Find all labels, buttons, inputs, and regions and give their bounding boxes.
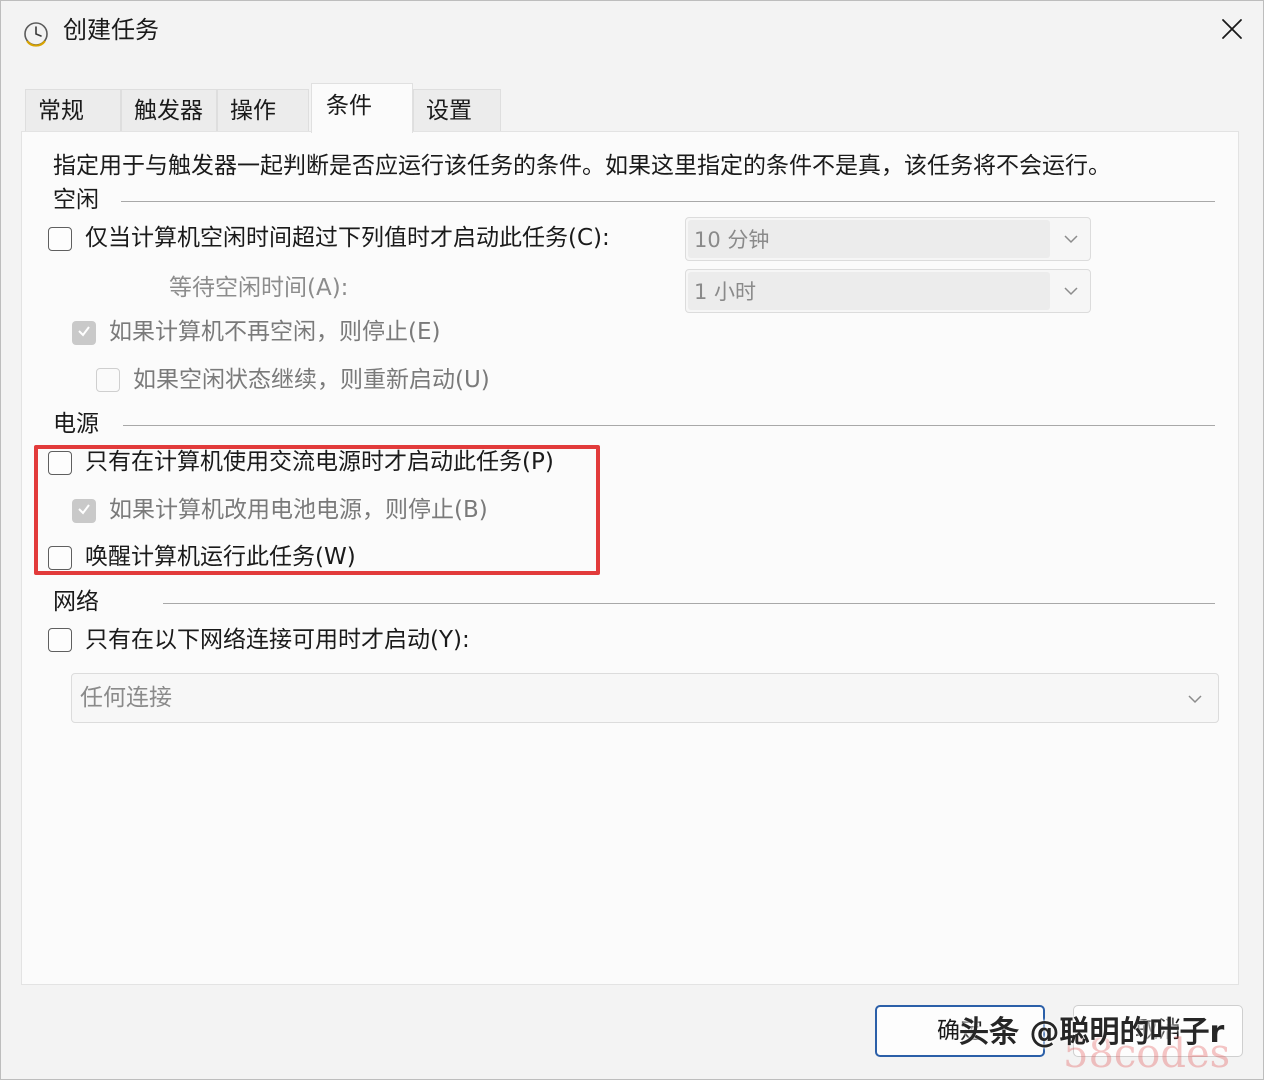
divider-idle [121, 201, 1215, 202]
close-icon [1221, 18, 1243, 44]
section-idle: 空闲 [53, 187, 99, 213]
ac-power-only-label: 只有在计算机使用交流电源时才启动此任务(P) [85, 449, 554, 475]
divider-power [123, 425, 1215, 426]
close-button[interactable] [1209, 11, 1255, 51]
idle-duration-combo[interactable]: 10 分钟 [685, 217, 1091, 261]
section-network: 网络 [53, 589, 99, 615]
stop-on-battery-checkbox[interactable] [72, 499, 96, 523]
idle-duration-field: 10 分钟 [688, 220, 1050, 258]
start-only-if-idle-label: 仅当计算机空闲时间超过下列值时才启动此任务(C): [85, 225, 610, 251]
chevron-down-icon [1062, 230, 1080, 248]
task-scheduler-clock-icon [23, 21, 49, 47]
tab-conditions[interactable]: 条件 [311, 83, 413, 133]
wait-duration-field: 1 小时 [688, 272, 1050, 310]
stop-if-not-idle-label: 如果计算机不再空闲，则停止(E) [109, 319, 441, 345]
restart-if-idle-checkbox[interactable] [96, 368, 120, 392]
chevron-down-icon [1062, 282, 1080, 300]
start-only-if-idle-checkbox[interactable] [48, 227, 72, 251]
tab-actions[interactable]: 操作 [217, 89, 309, 133]
checkmark-icon [76, 323, 92, 343]
tab-triggers[interactable]: 触发器 [121, 89, 217, 133]
ac-power-only-checkbox[interactable] [48, 451, 72, 475]
stop-on-battery-label: 如果计算机改用电池电源，则停止(B) [109, 497, 488, 523]
section-power: 电源 [53, 411, 99, 437]
divider-network [163, 603, 1215, 604]
network-connection-combo[interactable]: 任何连接 [71, 673, 1219, 723]
network-only-label: 只有在以下网络连接可用时才启动(Y): [85, 627, 470, 653]
tab-general[interactable]: 常规 [25, 89, 121, 133]
wake-to-run-checkbox[interactable] [48, 546, 72, 570]
author-watermark: 头条 @聪明的叶子r [959, 1015, 1225, 1050]
chevron-down-icon [1186, 690, 1204, 708]
stop-if-not-idle-checkbox[interactable] [72, 321, 96, 345]
wait-idle-label: 等待空闲时间(A): [169, 275, 349, 301]
wait-duration-value: 1 小时 [694, 280, 757, 304]
idle-duration-value: 10 分钟 [694, 228, 770, 252]
window-title: 创建任务 [63, 16, 159, 44]
create-task-dialog: 创建任务 常规 触发器 操作 条件 设置 指定用于与触发器一起判断是否应运行该任… [0, 0, 1264, 1080]
network-only-checkbox[interactable] [48, 628, 72, 652]
wake-to-run-label: 唤醒计算机运行此任务(W) [85, 544, 356, 570]
checkmark-icon [76, 501, 92, 521]
network-connection-value: 任何连接 [80, 685, 172, 711]
tab-settings[interactable]: 设置 [413, 89, 501, 133]
wait-duration-combo[interactable]: 1 小时 [685, 269, 1091, 313]
intro-text: 指定用于与触发器一起判断是否应运行该任务的条件。如果这里指定的条件不是真，该任务… [53, 153, 1111, 179]
restart-if-idle-label: 如果空闲状态继续，则重新启动(U) [133, 367, 490, 393]
title-bar: 创建任务 [1, 1, 1263, 63]
